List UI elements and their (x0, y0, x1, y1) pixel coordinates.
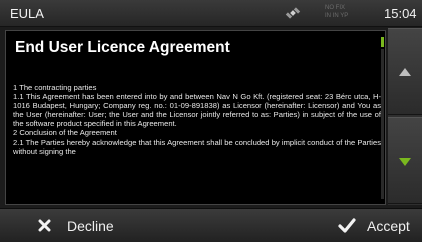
status-bar: EULA NO FIX IN IN YP 15:04 (0, 0, 422, 27)
checkmark-icon (338, 218, 356, 233)
x-icon (38, 219, 51, 232)
scrollbar-thumb[interactable] (381, 37, 384, 47)
satellite-icon (285, 5, 301, 21)
document-paragraph: 1.1 This Agreement has been entered into… (13, 92, 381, 129)
decline-button[interactable]: Decline (0, 209, 200, 242)
eula-content-panel[interactable]: End User Licence Agreement 1 The contrac… (5, 30, 386, 205)
arrow-down-icon (399, 158, 411, 166)
document-body: 1 The contracting parties 1.1 This Agree… (13, 83, 381, 156)
document-paragraph: 2.1 The Parties hereby acknowledge that … (13, 137, 381, 156)
arrow-up-icon (399, 68, 411, 76)
gps-status-text: NO FIX IN IN YP (325, 4, 359, 20)
accept-label: Accept (367, 218, 410, 234)
clock: 15:04 (384, 6, 417, 21)
document-title: End User Licence Agreement (15, 39, 230, 56)
document-paragraph: 1 The contracting parties (13, 83, 97, 92)
screen-title: EULA (10, 6, 44, 21)
gps-status-line: IN IN YP (325, 13, 349, 19)
scrollbar-track[interactable] (381, 49, 384, 199)
scroll-down-button[interactable] (388, 117, 422, 204)
scroll-up-button[interactable] (388, 28, 422, 115)
action-bar: Decline Accept (0, 208, 422, 242)
document-paragraph: 2 Conclusion of the Agreement (13, 128, 117, 138)
decline-label: Decline (67, 218, 114, 234)
gps-status-line: NO FIX (325, 5, 346, 11)
accept-button[interactable]: Accept (280, 209, 422, 242)
scroll-controls (388, 28, 422, 205)
